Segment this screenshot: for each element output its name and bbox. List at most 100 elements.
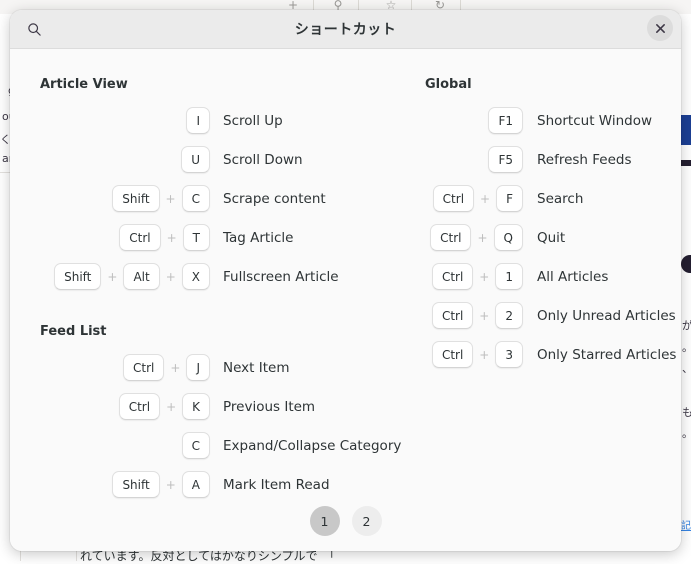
key-cap: F1 [488,107,523,134]
shortcut-keys: U [40,146,210,173]
key-separator-plus: + [101,270,123,284]
background-text-fragment: 、 [682,360,691,376]
shortcut-description: Next Item [223,360,289,376]
key-cap: F5 [488,146,523,173]
key-separator-plus: + [164,361,186,375]
background-text-fragment: 。 [682,425,691,441]
search-icon[interactable] [20,15,48,43]
page-title: ショートカット [10,19,681,39]
shortcut-row: Ctrl+1 All Articles [425,257,665,296]
shortcut-column-left: Article ViewIScroll UpUScroll DownShift+… [40,73,410,510]
key-separator-plus: + [473,348,495,362]
background-text-fragment: も [682,404,691,420]
key-separator-plus: + [473,270,495,284]
pagination-dot[interactable]: 2 [352,506,382,536]
shortcut-description: Scrape content [223,191,326,207]
shortcut-description: Tag Article [223,230,293,246]
group-spacer [40,302,410,320]
background-link[interactable]: 記 [681,517,691,532]
shortcut-row: Ctrl+3Only Starred Articles [425,335,665,374]
key-cap: Alt [123,263,159,290]
shortcut-group: Feed ListCtrl+JNext ItemCtrl+KPrevious I… [40,320,410,504]
background-text-fragment: が [682,317,691,333]
pagination: 12 [10,506,681,536]
close-icon[interactable] [647,15,673,41]
shortcut-group-title: Feed List [40,320,410,344]
shortcut-keys: F5 [425,146,523,173]
shortcut-row: Shift+Alt+XFullscreen Article [40,257,410,296]
key-cap: Shift [112,185,159,212]
shortcut-row: Ctrl+2Only Unread Articles [425,296,665,335]
shortcut-row: I Scroll Up [40,101,410,140]
shortcut-keys: Shift+Alt+X [40,263,210,290]
shortcut-description: Only Starred Articles [537,347,676,363]
shortcut-description: Expand/Collapse Category [223,438,401,454]
key-cap: Shift [54,263,101,290]
key-cap: 1 [495,263,523,290]
shortcut-description: Scroll Up [223,113,283,129]
key-cap: Ctrl [430,224,471,251]
shortcut-group-title: Global [425,73,665,97]
key-separator-plus: + [161,231,183,245]
key-cap: C [182,185,210,212]
key-cap: Ctrl [432,263,473,290]
dialog-body: Article ViewIScroll UpUScroll DownShift+… [10,49,681,551]
key-separator-plus: + [160,400,182,414]
key-cap: Ctrl [119,224,160,251]
shortcut-row: Ctrl+FSearch [425,179,665,218]
shortcut-keys: F1 [425,107,523,134]
shortcut-description: Mark Item Read [223,477,330,493]
shortcut-row: C Expand/Collapse Category [40,426,410,465]
key-separator-plus: + [160,270,182,284]
key-separator-plus: + [474,192,496,206]
key-cap: I [186,107,210,134]
key-cap: Shift [112,471,159,498]
key-cap: Ctrl [119,393,160,420]
background-block [681,160,691,166]
shortcut-group: GlobalF1Shortcut WindowF5Refresh FeedsCt… [425,73,665,374]
pagination-dot[interactable]: 1 [310,506,340,536]
key-separator-plus: + [160,478,182,492]
key-cap: 3 [495,341,523,368]
shortcut-group: Article ViewIScroll UpUScroll DownShift+… [40,73,410,296]
key-cap: J [186,354,210,381]
shortcut-keys: Ctrl+Q [425,224,523,251]
shortcut-keys: Ctrl+1 [425,263,523,290]
shortcut-row: U Scroll Down [40,140,410,179]
shortcut-description: Quit [537,230,565,246]
key-cap: F [496,185,523,212]
key-cap: K [182,393,210,420]
key-cap: C [182,432,210,459]
shortcut-description: Shortcut Window [537,113,652,129]
shortcut-row: Ctrl+TTag Article [40,218,410,257]
key-separator-plus: + [160,192,182,206]
shortcut-keys: Ctrl+F [425,185,523,212]
key-cap: Q [494,224,523,251]
shortcut-description: All Articles [537,269,608,285]
key-cap: Ctrl [123,354,164,381]
key-cap: Ctrl [433,185,474,212]
shortcut-row: F1 Shortcut Window [425,101,665,140]
shortcut-row: Ctrl+Q Quit [425,218,665,257]
key-separator-plus: + [471,231,493,245]
shortcut-column-right: GlobalF1Shortcut WindowF5Refresh FeedsCt… [425,73,665,380]
shortcut-keys: Ctrl+3 [425,341,523,368]
key-cap: Ctrl [432,341,473,368]
key-separator-plus: + [473,309,495,323]
shortcut-keys: Shift+A [40,471,210,498]
background-text-fragment: 。 [682,339,691,355]
shortcut-keys: Ctrl+2 [425,302,523,329]
shortcut-row: Shift+C Scrape content [40,179,410,218]
shortcut-description: Scroll Down [223,152,303,168]
dialog-header: ショートカット [10,10,681,49]
key-cap: A [182,471,210,498]
key-cap: Ctrl [432,302,473,329]
shortcut-description: Previous Item [223,399,315,415]
shortcuts-dialog: ショートカット Article ViewIScroll UpUScroll Do… [10,10,681,551]
shortcut-keys: I [40,107,210,134]
background-circle [681,255,691,273]
key-cap: X [182,263,210,290]
shortcut-description: Refresh Feeds [537,152,632,168]
shortcut-row: Ctrl+K Previous Item [40,387,410,426]
shortcut-keys: Ctrl+J [40,354,210,381]
